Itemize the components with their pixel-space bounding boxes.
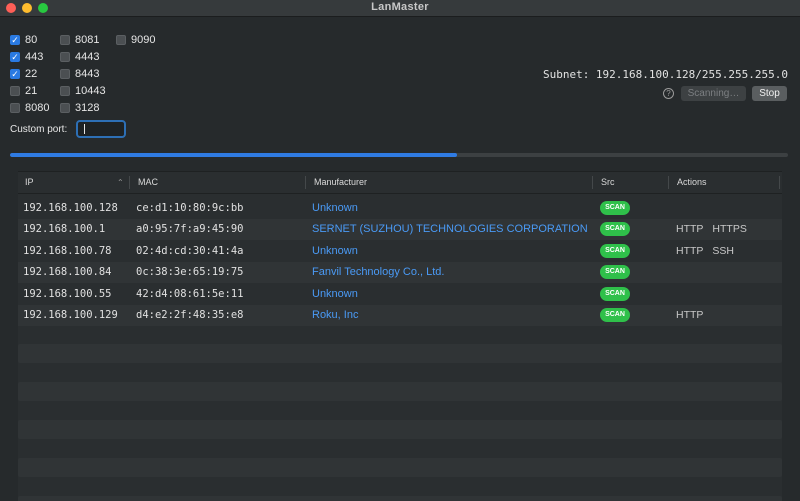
port-checkbox-8081[interactable]: 8081	[60, 33, 99, 47]
port-checkbox-22[interactable]: ✓ 22	[10, 67, 37, 81]
checkbox-icon[interactable]	[60, 69, 70, 79]
mac-cell: 0c:38:3e:65:19:75	[136, 266, 244, 279]
text-cursor	[84, 124, 85, 134]
checkmark-icon[interactable]: ✓	[10, 69, 20, 79]
action-link-ssh[interactable]: SSH	[712, 245, 734, 257]
action-link-http[interactable]: HTTP	[676, 245, 703, 257]
title-bar: LanMaster	[0, 0, 800, 17]
scan-badge: SCAN	[600, 286, 630, 301]
mac-cell: a0:95:7f:a9:45:90	[136, 223, 244, 236]
window-title: LanMaster	[371, 1, 429, 13]
checkbox-icon[interactable]	[116, 35, 126, 45]
checkbox-icon[interactable]	[10, 86, 20, 96]
scan-progress-fill	[10, 153, 458, 157]
column-divider[interactable]	[129, 176, 130, 189]
port-checkbox-3128[interactable]: 3128	[60, 101, 99, 115]
actions-cell: HTTP	[676, 305, 712, 326]
mac-cell: ce:d1:10:80:9c:bb	[136, 202, 244, 214]
port-label: 3128	[75, 102, 100, 114]
action-link-http[interactable]: HTTP	[676, 223, 703, 235]
scan-badge: SCAN	[600, 243, 630, 258]
column-header-manufacturer[interactable]: Manufacturer	[314, 172, 367, 193]
ip-cell: 192.168.100.78	[23, 244, 112, 257]
table-row[interactable]: 192.168.100.78 02:4d:cd:30:41:4a Unknown SC…	[18, 241, 782, 262]
sort-ascending-icon[interactable]: ⌃	[117, 172, 124, 193]
port-label: 4443	[75, 51, 100, 63]
scan-badge: SCAN	[600, 265, 630, 280]
port-label: 9090	[131, 34, 156, 46]
port-checkbox-8080[interactable]: 8080	[10, 101, 49, 115]
empty-row	[18, 420, 782, 439]
manufacturer-link[interactable]: SERNET (SUZHOU) TECHNOLOGIES CORPORATION	[312, 219, 588, 240]
ip-cell: 192.168.100.128	[23, 202, 118, 214]
table-row[interactable]: 192.168.100.55 42:d4:08:61:5e:11 Unknown SC…	[18, 284, 782, 305]
column-header-ip[interactable]: IP	[25, 172, 34, 193]
port-label: 80	[25, 34, 38, 46]
action-link-https[interactable]: HTTPS	[712, 223, 746, 235]
custom-port-label: Custom port:	[10, 124, 68, 135]
checkbox-icon[interactable]	[60, 103, 70, 113]
port-label: 10443	[75, 85, 106, 97]
checkbox-icon[interactable]	[10, 103, 20, 113]
table-row[interactable]: 192.168.100.128 ce:d1:10:80:9c:bb Unknown S…	[18, 198, 782, 219]
column-divider[interactable]	[592, 176, 593, 189]
port-label: 8443	[75, 68, 100, 80]
ip-cell: 192.168.100.1	[23, 223, 106, 236]
scanning-button: Scanning…	[681, 86, 746, 101]
port-checkbox-21[interactable]: 21	[10, 84, 37, 98]
manufacturer-link[interactable]: Unknown	[312, 284, 358, 305]
results-table: IP ⌃ MAC Manufacturer Src Actions 192.16…	[18, 171, 782, 501]
empty-row	[18, 458, 782, 477]
scan-badge: SCAN	[600, 201, 630, 215]
port-label: 21	[25, 85, 38, 97]
checkmark-icon[interactable]: ✓	[10, 35, 20, 45]
manufacturer-link[interactable]: Roku, Inc	[312, 305, 358, 326]
column-divider[interactable]	[779, 176, 780, 189]
mac-cell: 02:4d:cd:30:41:4a	[136, 244, 244, 257]
table-row[interactable]: 192.168.100.1 a0:95:7f:a9:45:90 SERNET (SU…	[18, 219, 782, 241]
table-header: IP ⌃ MAC Manufacturer Src Actions	[18, 172, 782, 194]
checkbox-icon[interactable]	[60, 35, 70, 45]
table-row[interactable]: 192.168.100.84 0c:38:3e:65:19:75 Fanvil Te…	[18, 262, 782, 284]
checkbox-icon[interactable]	[60, 86, 70, 96]
ip-cell: 192.168.100.84	[23, 266, 112, 279]
manufacturer-link[interactable]: Unknown	[312, 241, 358, 262]
table-row[interactable]: 192.168.100.129 d4:e2:2f:48:35:e8 Roku, In…	[18, 305, 782, 326]
actions-cell: HTTP SSH	[676, 241, 743, 262]
scan-badge: SCAN	[600, 308, 630, 322]
manufacturer-link[interactable]: Fanvil Technology Co., Ltd.	[312, 262, 444, 283]
help-icon[interactable]: ?	[663, 88, 674, 99]
mac-cell: d4:e2:2f:48:35:e8	[136, 309, 244, 321]
port-checkbox-4443[interactable]: 4443	[60, 50, 99, 64]
subnet-label: Subnet: 192.168.100.128/255.255.255.0	[542, 68, 788, 81]
column-divider[interactable]	[668, 176, 669, 189]
empty-row	[18, 344, 782, 363]
port-label: 22	[25, 68, 38, 80]
port-label: 8080	[25, 102, 50, 114]
checkmark-icon[interactable]: ✓	[10, 52, 20, 62]
port-checkbox-443[interactable]: ✓ 443	[10, 50, 43, 64]
manufacturer-link[interactable]: Unknown	[312, 198, 358, 219]
empty-row	[18, 496, 782, 501]
checkbox-icon[interactable]	[60, 52, 70, 62]
port-label: 443	[25, 51, 44, 63]
column-header-mac[interactable]: MAC	[138, 172, 158, 193]
mac-cell: 42:d4:08:61:5e:11	[136, 287, 244, 300]
port-checkbox-8443[interactable]: 8443	[60, 67, 99, 81]
scan-badge: SCAN	[600, 222, 630, 237]
actions-cell: HTTP HTTPS	[676, 219, 756, 240]
column-header-actions[interactable]: Actions	[677, 172, 707, 193]
ip-cell: 192.168.100.129	[23, 309, 118, 321]
action-link-http[interactable]: HTTP	[676, 309, 703, 321]
port-checkbox-10443[interactable]: 10443	[60, 84, 106, 98]
column-divider[interactable]	[305, 176, 306, 189]
port-checkbox-9090[interactable]: 9090	[116, 33, 155, 47]
stop-button[interactable]: Stop	[752, 86, 787, 101]
empty-row	[18, 382, 782, 401]
ip-cell: 192.168.100.55	[23, 287, 112, 300]
port-checkbox-80[interactable]: ✓ 80	[10, 33, 37, 47]
scan-progress-bar	[10, 153, 788, 157]
column-header-src[interactable]: Src	[601, 172, 615, 193]
port-label: 8081	[75, 34, 100, 46]
